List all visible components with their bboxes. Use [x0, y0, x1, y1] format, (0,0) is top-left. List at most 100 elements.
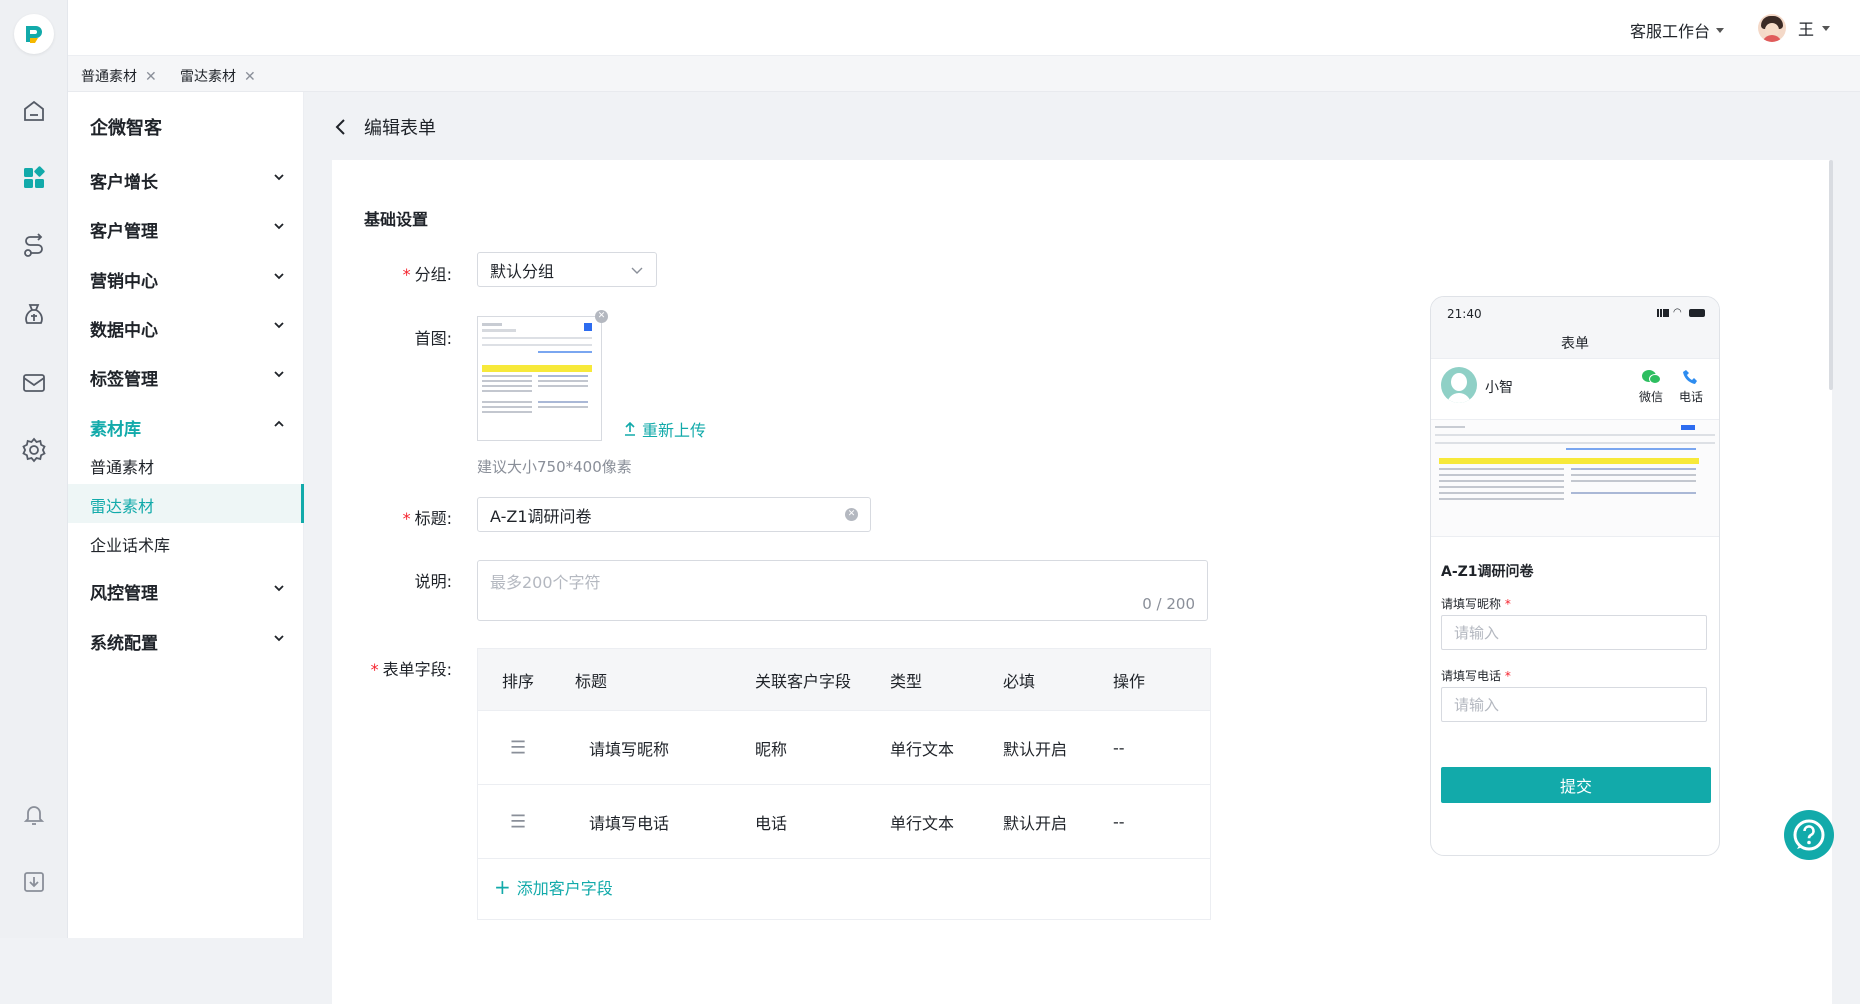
wechat-icon — [1642, 370, 1661, 384]
label-text: 分组: — [414, 265, 452, 284]
tab-radar-material[interactable]: 雷达素材 ✕ — [180, 66, 256, 86]
reupload-label: 重新上传 — [642, 421, 707, 440]
plus-icon: + — [494, 875, 511, 899]
battery-icon — [1689, 309, 1705, 317]
download-icon[interactable] — [20, 868, 48, 896]
group-select[interactable]: 默认分组 — [477, 252, 657, 287]
help-button[interactable] — [1784, 810, 1834, 860]
nav-marketing[interactable]: 营销中心 — [90, 267, 286, 292]
reupload-button[interactable]: 重新上传 — [624, 417, 706, 441]
tab-bar: 普通素材 ✕ 雷达素材 ✕ — [68, 56, 1860, 92]
nav-material-library[interactable]: 素材库 — [90, 415, 286, 440]
nav-label: 标签管理 — [90, 370, 158, 390]
cover-hint: 建议大小750*400像素 — [477, 458, 632, 476]
money-bag-icon[interactable] — [20, 301, 48, 329]
col-header-sort: 排序 — [502, 671, 535, 691]
mail-icon[interactable] — [20, 369, 48, 397]
wechat-action[interactable]: 微信 — [1639, 369, 1663, 405]
chevron-down-icon — [274, 371, 284, 378]
nav-tag-management[interactable]: 标签管理 — [90, 365, 286, 390]
workspace-switcher[interactable]: 客服工作台 — [1630, 18, 1725, 42]
user-menu[interactable]: 王 — [1758, 14, 1831, 42]
label-text: 标题: — [414, 509, 452, 528]
phone-action[interactable]: 电话 — [1679, 369, 1703, 405]
desc-textarea[interactable]: 最多200个字符 0 / 200 — [477, 560, 1208, 621]
tab-common-material[interactable]: 普通素材 ✕ — [81, 66, 157, 86]
sidebar-item-script-library[interactable]: 企业话术库 — [90, 532, 170, 556]
row-required: 默认开启 — [1003, 813, 1068, 833]
user-name: 王 — [1798, 20, 1815, 39]
mobile-preview: 21:40 ◠ 表单 小智 微信 电话 A-Z1调研问卷 请填写昵称 * 请输入… — [1430, 296, 1720, 856]
nav-customer-management[interactable]: 客户管理 — [90, 217, 286, 242]
nav-system-config[interactable]: 系统配置 — [90, 629, 286, 654]
cover-thumbnail[interactable] — [477, 316, 602, 441]
route-icon[interactable] — [20, 233, 48, 261]
caret-down-icon — [1716, 27, 1725, 33]
contact-avatar — [1441, 367, 1477, 403]
close-icon[interactable]: ✕ — [145, 69, 157, 85]
title-input[interactable]: A-Z1调研问卷 ✕ — [477, 497, 871, 532]
page-title: 编辑表单 — [364, 118, 436, 139]
nav-label: 素材库 — [90, 420, 141, 440]
close-icon[interactable]: ✕ — [244, 69, 256, 85]
drag-handle-icon[interactable]: ☰ — [510, 811, 526, 832]
add-field-label: 添加客户字段 — [516, 879, 613, 898]
nav-customer-growth[interactable]: 客户增长 — [90, 168, 286, 193]
dashboard-icon[interactable] — [20, 164, 48, 192]
fields-table: 排序 标题 关联客户字段 类型 必填 操作 ☰ 请填写昵称 昵称 单行文本 默认… — [477, 648, 1211, 920]
status-time: 21:40 — [1447, 307, 1482, 321]
signal-icon — [1657, 309, 1669, 317]
gear-icon[interactable] — [20, 436, 48, 464]
title-input-value: A-Z1调研问卷 — [490, 506, 592, 526]
scrollbar[interactable] — [1829, 160, 1833, 390]
nav-label: 客户管理 — [90, 222, 158, 242]
nav-data-center[interactable]: 数据中心 — [90, 316, 286, 341]
row-action: -- — [1113, 812, 1125, 831]
phone-page-title: 表单 — [1561, 336, 1589, 352]
preview-cover-image — [1431, 419, 1719, 537]
sidebar: 企微智客 客户增长 客户管理 营销中心 数据中心 标签管理 素材库 普通素材 雷… — [68, 92, 304, 938]
preview-field2-input[interactable]: 请输入 — [1441, 687, 1707, 722]
sidebar-item-common-material[interactable]: 普通素材 — [90, 454, 154, 478]
nav-label: 系统配置 — [90, 634, 158, 654]
app-logo[interactable] — [14, 14, 54, 54]
chevron-up-icon — [274, 420, 284, 427]
contact-name: 小智 — [1485, 380, 1513, 396]
nav-label: 风控管理 — [90, 584, 158, 604]
avatar — [1758, 14, 1786, 42]
section-title: 基础设置 — [364, 210, 429, 229]
sidebar-title: 企微智客 — [90, 118, 162, 139]
bell-icon[interactable] — [20, 800, 48, 828]
preview-field2-label: 请填写电话 * — [1441, 669, 1511, 683]
question-icon — [1793, 819, 1825, 851]
title-label: * 标题: — [402, 509, 452, 528]
home-icon[interactable] — [20, 97, 48, 125]
desc-placeholder: 最多200个字符 — [490, 573, 601, 592]
field-label-text: 请填写电话 — [1441, 669, 1502, 683]
row-action: -- — [1113, 738, 1125, 757]
form-card: 基础设置 * 分组: 默认分组 首图: ✕ 重新上传 建议大小750*400像素… — [332, 160, 1832, 1004]
tab-label: 普通素材 — [81, 69, 137, 85]
back-arrow-icon[interactable] — [334, 118, 348, 136]
chevron-down-icon — [274, 322, 284, 329]
clear-icon[interactable]: ✕ — [845, 508, 858, 521]
add-field-row: + 添加客户字段 — [478, 859, 1210, 919]
sidebar-item-radar-material[interactable]: 雷达素材 — [90, 493, 154, 517]
remove-image-icon[interactable]: ✕ — [595, 310, 608, 323]
drag-handle-icon[interactable]: ☰ — [510, 737, 526, 758]
preview-field1-input[interactable]: 请输入 — [1441, 615, 1707, 650]
add-field-button[interactable]: + 添加客户字段 — [494, 875, 613, 899]
icon-rail — [0, 0, 68, 938]
col-header-field: 关联客户字段 — [755, 671, 852, 691]
upload-icon — [625, 422, 635, 436]
nav-risk-control[interactable]: 风控管理 — [90, 579, 286, 604]
submit-button[interactable]: 提交 — [1441, 767, 1711, 803]
preview-form-title: A-Z1调研问卷 — [1441, 564, 1534, 580]
chevron-down-icon — [631, 267, 643, 274]
nav-label: 客户增长 — [90, 173, 158, 193]
row-type: 单行文本 — [890, 813, 955, 833]
chevron-down-icon — [274, 585, 284, 592]
page-header: 编辑表单 — [334, 114, 436, 140]
row-type: 单行文本 — [890, 739, 955, 759]
row-field: 电话 — [755, 813, 788, 833]
